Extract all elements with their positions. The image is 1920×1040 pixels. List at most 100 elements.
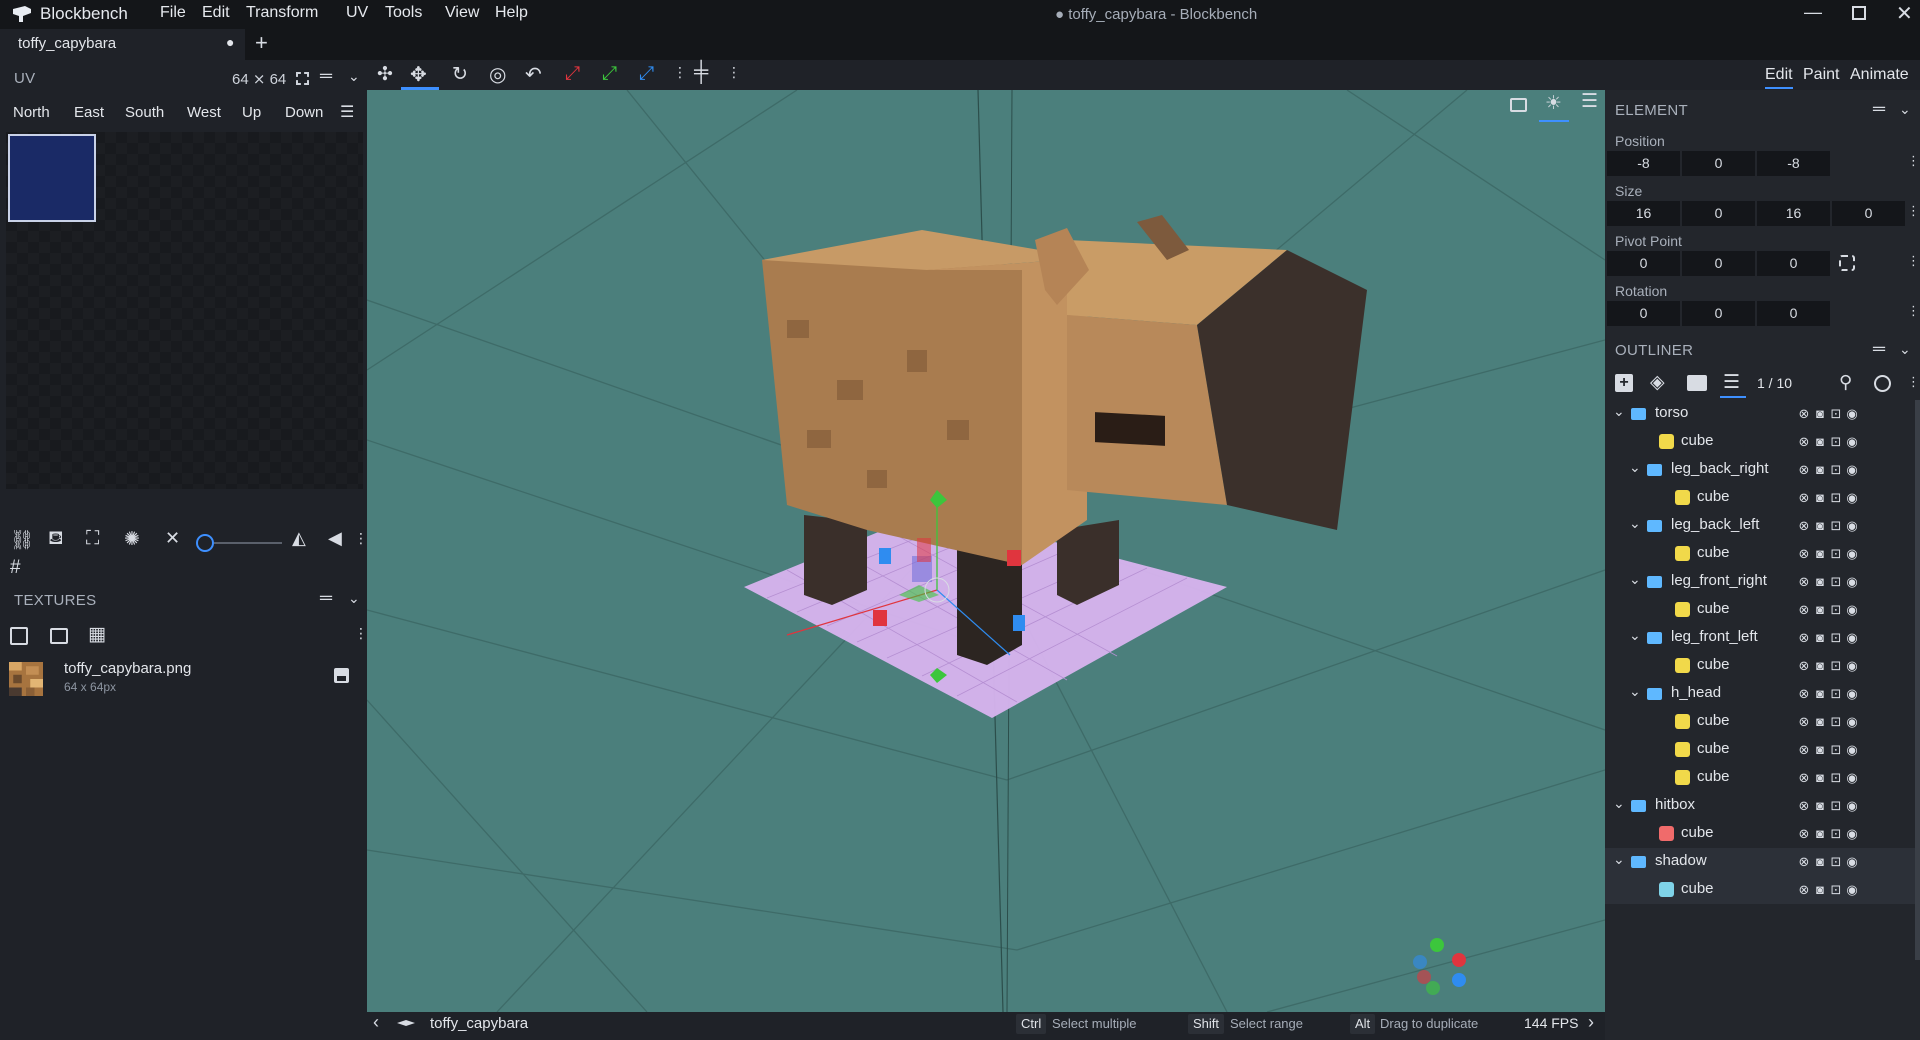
chevron-left-icon[interactable]: ‹	[373, 1012, 379, 1033]
position-more-icon[interactable]: ⋮	[1907, 153, 1920, 169]
outliner-menu-icon[interactable]: ═	[1873, 339, 1885, 359]
outliner-scrollbar[interactable]	[1915, 400, 1920, 960]
image-icon[interactable]	[1510, 98, 1527, 112]
add-group-icon[interactable]	[1687, 375, 1707, 391]
uv-face-tab-north[interactable]: North	[13, 104, 50, 121]
add-texture-icon[interactable]	[10, 627, 28, 645]
outliner-chevron-icon[interactable]: ⌄	[1899, 341, 1911, 358]
mode-tab-edit[interactable]: Edit	[1765, 66, 1793, 89]
pivot-x-input[interactable]: 0	[1607, 251, 1680, 276]
panel-menu-icon[interactable]: ═	[320, 66, 332, 86]
outliner-cube[interactable]: cube ⊗ ◙ ⊡ ◉	[1605, 652, 1920, 680]
outliner-group-leg_front_right[interactable]: ⌄ leg_front_right ⊗ ◙ ⊡ ◉	[1605, 568, 1920, 596]
project-tab[interactable]: toffy_capybara ●	[0, 29, 245, 60]
clear-uv-icon[interactable]: ✕	[165, 528, 180, 549]
expand-chevron-icon[interactable]: ⌄	[1629, 683, 1641, 700]
pivot-z-input[interactable]: 0	[1757, 251, 1830, 276]
gizmo-x-handle[interactable]	[873, 610, 887, 626]
outliner-more-icon[interactable]: ⋮	[1907, 374, 1920, 390]
eye-icon[interactable]: ◉	[1843, 769, 1861, 787]
expand-chevron-icon[interactable]: ⌄	[1613, 403, 1625, 420]
position-y-input[interactable]: 0	[1682, 151, 1755, 176]
size-more-icon[interactable]: ⋮	[1907, 203, 1920, 219]
rotation-slider-track[interactable]	[214, 542, 282, 544]
eye-icon[interactable]: ◉	[1843, 713, 1861, 731]
eye-icon[interactable]: ◉	[1843, 517, 1861, 535]
outliner-group-leg_back_right[interactable]: ⌄ leg_back_right ⊗ ◙ ⊡ ◉	[1605, 456, 1920, 484]
eye-icon[interactable]: ◉	[1843, 825, 1861, 843]
expand-chevron-icon[interactable]: ⌄	[1629, 515, 1641, 532]
position-z-input[interactable]: -8	[1757, 151, 1830, 176]
uv-face-tab-up[interactable]: Up	[242, 104, 261, 121]
outliner-cube[interactable]: cube ⊗ ◙ ⊡ ◉	[1605, 876, 1920, 904]
menu-edit[interactable]: Edit	[202, 4, 230, 22]
element-chevron-icon[interactable]: ⌄	[1899, 101, 1911, 118]
outliner-group-leg_front_left[interactable]: ⌄ leg_front_left ⊗ ◙ ⊡ ◉	[1605, 624, 1920, 652]
eye-icon[interactable]: ◉	[1843, 573, 1861, 591]
search-icon[interactable]: ⚲	[1839, 372, 1852, 393]
eye-icon[interactable]: ◉	[1843, 685, 1861, 703]
eye-icon[interactable]: ◉	[1843, 489, 1861, 507]
expand-chevron-icon[interactable]: ⌄	[1613, 795, 1625, 812]
rotation-y-input[interactable]: 0	[1682, 301, 1755, 326]
gizmo-z-handle-2[interactable]	[879, 548, 891, 564]
outliner-cube[interactable]: cube ⊗ ◙ ⊡ ◉	[1605, 484, 1920, 512]
add-cube-icon[interactable]: +	[1615, 374, 1633, 392]
outliner-cube[interactable]: cube ⊗ ◙ ⊡ ◉	[1605, 764, 1920, 792]
textures-chevron-icon[interactable]: ⌄	[348, 590, 360, 607]
eye-icon[interactable]: ◉	[1843, 657, 1861, 675]
lighting-button[interactable]: ☀	[1539, 90, 1569, 122]
import-texture-icon[interactable]	[50, 628, 68, 644]
viewport-menu-icon[interactable]: ☰	[1581, 90, 1598, 113]
outliner-cube[interactable]: cube ⊗ ◙ ⊡ ◉	[1605, 540, 1920, 568]
menu-tools[interactable]: Tools	[385, 4, 422, 22]
uv-face-selection[interactable]	[8, 134, 96, 222]
viewport[interactable]: ☀ ☰	[367, 60, 1605, 1040]
mode-tab-animate[interactable]: Animate	[1850, 66, 1909, 84]
outliner-group-torso[interactable]: ⌄ torso ⊗ ◙ ⊡ ◉	[1605, 400, 1920, 428]
outliner-cube[interactable]: cube ⊗ ◙ ⊡ ◉	[1605, 596, 1920, 624]
texture-item[interactable]: toffy_capybara.png 64 x 64px	[0, 658, 367, 702]
inflate-input[interactable]: 0	[1832, 201, 1905, 226]
expand-chevron-icon[interactable]: ⌄	[1629, 627, 1641, 644]
menu-uv[interactable]: UV	[346, 4, 368, 22]
uv-size-label[interactable]: 64 ⨯ 64	[232, 70, 286, 88]
eye-icon[interactable]: ◉	[1843, 461, 1861, 479]
outliner-group-shadow[interactable]: ⌄ shadow ⊗ ◙ ⊡ ◉	[1605, 848, 1920, 876]
menu-view[interactable]: View	[445, 4, 479, 22]
center-pivot-icon[interactable]	[1839, 255, 1855, 271]
add-mesh-icon[interactable]: ◈	[1650, 371, 1665, 394]
texture-atlas-icon[interactable]: ▦	[88, 623, 106, 646]
toggle-options-button[interactable]: ☰	[1720, 370, 1746, 398]
size-y-input[interactable]: 0	[1682, 201, 1755, 226]
link-icon[interactable]: ⛓	[10, 528, 34, 552]
textures-more-icon[interactable]: ⋮	[354, 625, 368, 642]
gizmo-x-handle-2[interactable]	[1007, 550, 1021, 566]
eye-icon[interactable]: ◉	[1843, 433, 1861, 451]
minimize-button[interactable]: —	[1804, 2, 1822, 23]
rotation-slider-knob[interactable]	[196, 534, 214, 552]
fullscreen-icon[interactable]	[296, 72, 309, 85]
eye-icon[interactable]: ◉	[1843, 405, 1861, 423]
pivot-more-icon[interactable]: ⋮	[1907, 253, 1920, 269]
save-texture-icon[interactable]	[334, 668, 349, 683]
more-options-icon[interactable]: ⋮	[354, 530, 368, 547]
outliner-group-hitbox[interactable]: ⌄ hitbox ⊗ ◙ ⊡ ◉	[1605, 792, 1920, 820]
leg-front-left[interactable]	[957, 550, 1022, 665]
pivot-y-input[interactable]: 0	[1682, 251, 1755, 276]
uv-editor-canvas[interactable]	[6, 132, 363, 489]
mirror-y-icon[interactable]: ◀	[328, 528, 342, 549]
uv-face-tab-down[interactable]: Down	[285, 104, 323, 121]
rotation-more-icon[interactable]: ⋮	[1907, 303, 1920, 319]
close-button[interactable]: ✕	[1896, 1, 1913, 26]
outliner-cube[interactable]: cube ⊗ ◙ ⊡ ◉	[1605, 708, 1920, 736]
eye-icon[interactable]: ◉	[1843, 853, 1861, 871]
outliner-group-leg_back_left[interactable]: ⌄ leg_back_left ⊗ ◙ ⊡ ◉	[1605, 512, 1920, 540]
uv-face-tab-west[interactable]: West	[187, 104, 221, 121]
maximize-uv-icon[interactable]: ⛶	[86, 528, 99, 550]
outliner-group-h_head[interactable]: ⌄ h_head ⊗ ◙ ⊡ ◉	[1605, 680, 1920, 708]
eye-icon[interactable]: ◉	[1843, 545, 1861, 563]
uv-face-tab-east[interactable]: East	[74, 104, 104, 121]
outliner-cube[interactable]: cube ⊗ ◙ ⊡ ◉	[1605, 428, 1920, 456]
auto-uv-icon[interactable]: ✺	[124, 528, 140, 551]
